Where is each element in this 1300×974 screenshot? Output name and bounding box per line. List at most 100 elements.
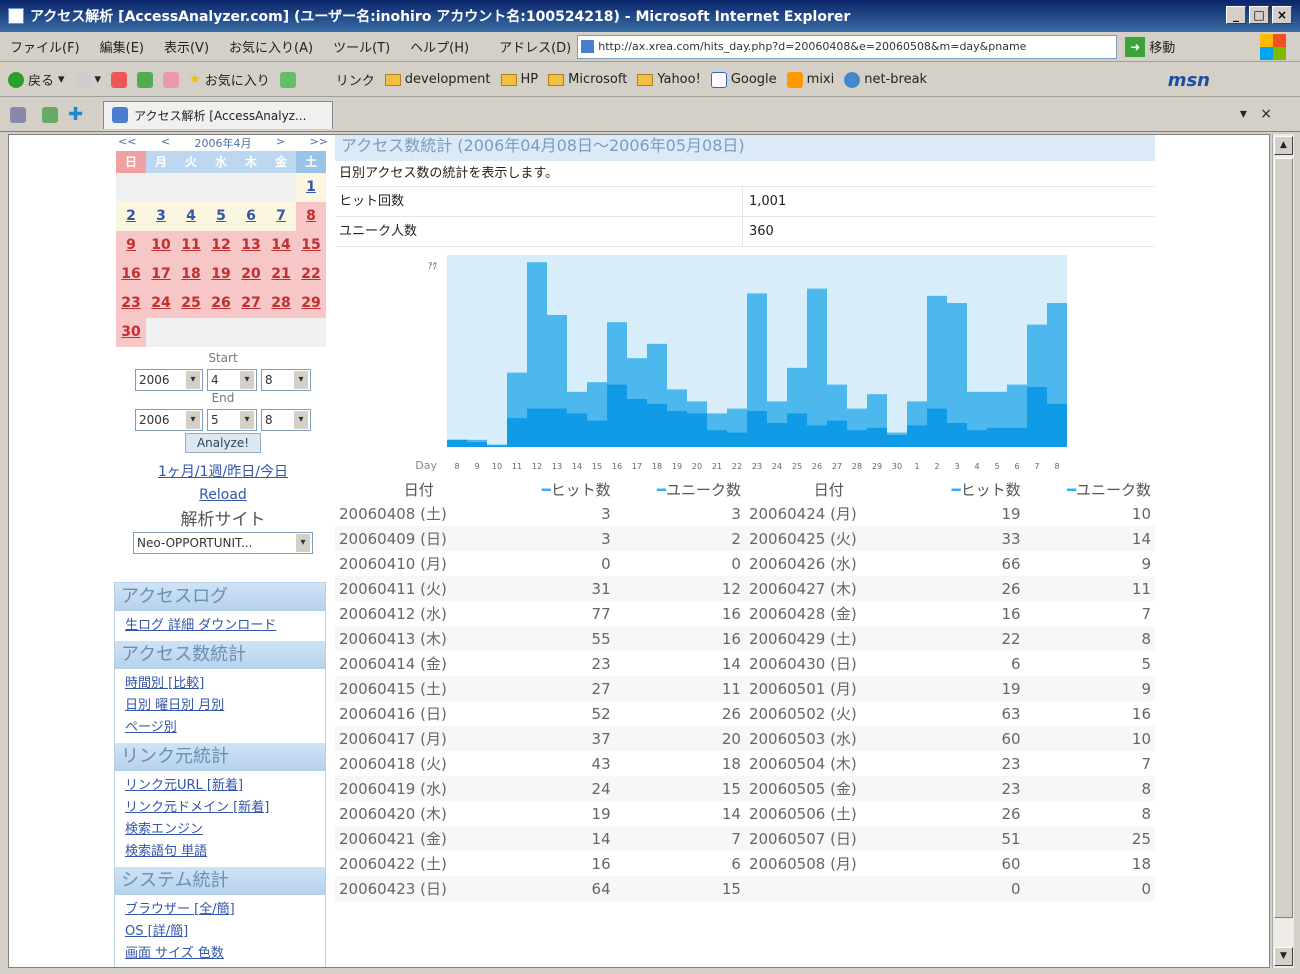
scroll-up-icon[interactable]: ▲ — [1274, 136, 1293, 155]
prev-year-link[interactable]: << — [118, 135, 136, 151]
calendar-day[interactable]: 9 — [116, 231, 146, 260]
home-button[interactable] — [163, 71, 180, 88]
favorites-button[interactable]: ★ お気に入り — [189, 70, 270, 89]
close-tab-icon[interactable]: ▾ × — [1240, 106, 1272, 122]
section-link[interactable]: 時間別 [比較] — [125, 676, 204, 691]
calendar-day[interactable]: 14 — [266, 231, 296, 260]
calendar-day[interactable]: 7 — [266, 202, 296, 231]
close-button[interactable]: × — [1272, 6, 1292, 24]
forward-arrow-icon — [74, 71, 91, 88]
menu-edit[interactable]: 編集(E) — [90, 37, 154, 56]
go-button[interactable]: ➜ 移動 — [1125, 36, 1175, 57]
end-selects: 2006 5 8 — [114, 409, 332, 431]
next-year-link[interactable]: >> — [310, 135, 328, 151]
maximize-button[interactable]: □ — [1249, 6, 1269, 24]
calendar-day[interactable]: 21 — [266, 260, 296, 289]
analyze-button[interactable]: Analyze! — [185, 433, 261, 453]
menu-favorites[interactable]: お気に入り(A) — [219, 37, 323, 56]
link-microsoft[interactable]: Microsoft — [548, 72, 627, 87]
calendar-day[interactable]: 6 — [236, 202, 266, 231]
menu-view[interactable]: 表示(V) — [154, 37, 219, 56]
section-link[interactable]: OS [詳/簡] — [125, 924, 188, 939]
menu-file[interactable]: ファイル(F) — [0, 37, 90, 56]
link-net-break[interactable]: net-break — [844, 71, 927, 88]
reload-link[interactable]: Reload — [114, 487, 332, 503]
end-year-select[interactable]: 2006 — [135, 409, 203, 431]
add-favorite-icon[interactable]: ✚ — [68, 104, 83, 125]
section-link[interactable]: ブラウザー [全/簡] — [125, 902, 235, 917]
calendar-day[interactable]: 18 — [176, 260, 206, 289]
prev-month-link[interactable]: < — [161, 135, 170, 151]
link-mixi[interactable]: mixi — [786, 71, 834, 88]
calendar-day[interactable]: 29 — [296, 289, 326, 318]
calendar-day[interactable]: 11 — [176, 231, 206, 260]
calendar-empty-cell — [236, 173, 266, 202]
calendar-day[interactable]: 17 — [146, 260, 176, 289]
section-link[interactable]: ページ別 — [125, 720, 177, 735]
link-google[interactable]: Google — [710, 71, 777, 88]
calendar-day[interactable]: 30 — [116, 318, 146, 347]
quick-tabs-icon[interactable] — [10, 106, 26, 123]
address-input[interactable]: http://ax.xrea.com/hits_day.php?d=200604… — [577, 34, 1118, 59]
calendar-day[interactable]: 28 — [266, 289, 296, 318]
table-row: 20060413 (木) 55 16 20060429 (土) 22 8 — [335, 626, 1155, 651]
section-link[interactable]: 生ログ 詳細 ダウンロード — [125, 618, 276, 633]
refresh-button[interactable] — [137, 71, 154, 88]
end-day-select[interactable]: 8 — [261, 409, 311, 431]
calendar-day[interactable]: 5 — [206, 202, 236, 231]
vertical-scrollbar[interactable]: ▲ ▼ — [1272, 134, 1294, 968]
back-arrow-icon — [8, 71, 24, 88]
section-link[interactable]: 検索語句 単語 — [125, 844, 207, 859]
menu-help[interactable]: ヘルプ(H) — [400, 37, 479, 56]
unique-cell: 8 — [1024, 776, 1155, 801]
calendar-day[interactable]: 19 — [206, 260, 236, 289]
site-select[interactable]: Neo-OPPORTUNIT... — [133, 532, 313, 554]
calendar-day[interactable]: 10 — [146, 231, 176, 260]
calendar-day[interactable]: 12 — [206, 231, 236, 260]
msn-logo[interactable]: msn — [1168, 70, 1210, 91]
calendar-day[interactable]: 24 — [146, 289, 176, 318]
end-month-select[interactable]: 5 — [207, 409, 257, 431]
calendar-day[interactable]: 26 — [206, 289, 236, 318]
link-development[interactable]: development — [384, 72, 491, 87]
tab-access-analyzer[interactable]: アクセス解析 [AccessAnalyz... — [103, 100, 334, 129]
calendar-day[interactable]: 23 — [116, 289, 146, 318]
calendar-day[interactable]: 3 — [146, 202, 176, 231]
start-month-select[interactable]: 4 — [207, 369, 257, 391]
section-link[interactable]: リンク元ドメイン [新着] — [125, 800, 269, 815]
calendar-day[interactable]: 16 — [116, 260, 146, 289]
calendar-day[interactable]: 22 — [296, 260, 326, 289]
calendar-day[interactable]: 27 — [236, 289, 266, 318]
start-year-select[interactable]: 2006 — [135, 369, 203, 391]
calendar-day[interactable]: 20 — [236, 260, 266, 289]
section-link[interactable]: 画面 サイズ 色数 — [125, 946, 224, 961]
scroll-down-icon[interactable]: ▼ — [1274, 947, 1293, 966]
link-yahoo[interactable]: Yahoo! — [637, 72, 701, 87]
calendar-empty-cell — [146, 318, 176, 347]
calendar-day[interactable]: 25 — [176, 289, 206, 318]
calendar-day[interactable]: 8 — [296, 202, 326, 231]
calendar-day[interactable]: 13 — [236, 231, 266, 260]
section-link[interactable]: 検索エンジン — [125, 822, 203, 837]
scroll-thumb[interactable] — [1274, 158, 1293, 918]
link-hp[interactable]: HP — [500, 72, 538, 87]
unique-cell: 14 — [1024, 526, 1155, 551]
section-link[interactable]: リンク元URL [新着] — [125, 778, 243, 793]
calendar-day[interactable]: 2 — [116, 202, 146, 231]
next-month-link[interactable]: > — [276, 135, 285, 151]
period-links[interactable]: 1ヶ月/1週/昨日/今日 — [114, 461, 332, 481]
history-button[interactable] — [279, 71, 296, 88]
section-link[interactable]: 日別 曜日別 月別 — [125, 698, 224, 713]
mixi-icon — [786, 71, 803, 88]
stop-button[interactable] — [111, 71, 128, 88]
unique-cell: 9 — [1024, 676, 1155, 701]
back-button[interactable]: 戻る ▾ — [8, 70, 65, 89]
calendar-day[interactable]: 4 — [176, 202, 206, 231]
calendar-day[interactable]: 1 — [296, 173, 326, 202]
minimize-button[interactable]: _ — [1226, 6, 1246, 24]
new-tab-icon[interactable] — [42, 106, 58, 123]
calendar-day[interactable]: 15 — [296, 231, 326, 260]
forward-button[interactable]: ▾ — [74, 71, 101, 88]
start-day-select[interactable]: 8 — [261, 369, 311, 391]
menu-tools[interactable]: ツール(T) — [323, 37, 400, 56]
